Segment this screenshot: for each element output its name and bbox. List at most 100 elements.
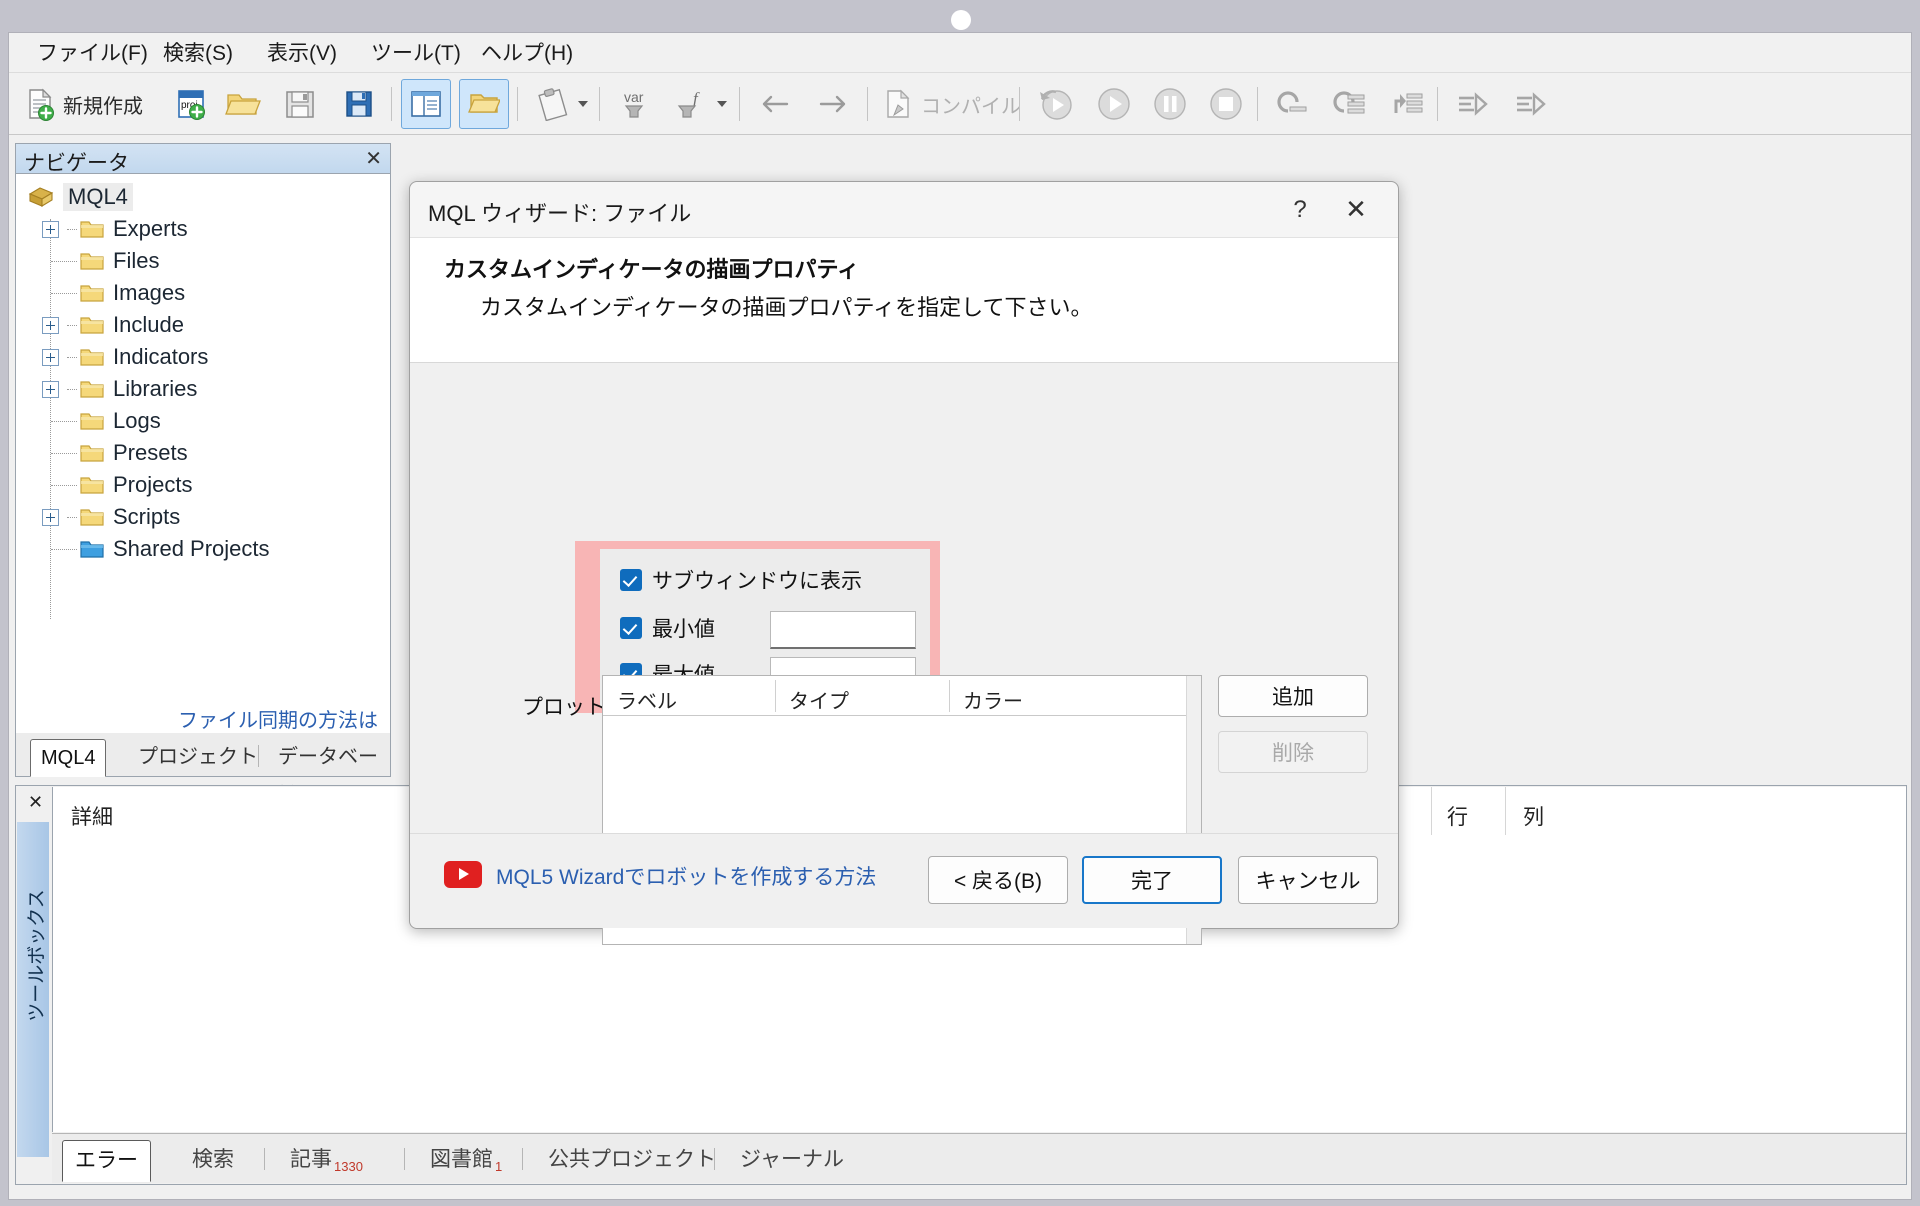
youtube-icon[interactable]: [444, 861, 482, 888]
step-over-button[interactable]: [1267, 79, 1317, 129]
breakpoint-list-button[interactable]: [1507, 79, 1557, 129]
tree-item-presets[interactable]: Presets: [79, 437, 188, 469]
function-icon: f: [677, 89, 700, 118]
tree-item-indicators[interactable]: Indicators: [79, 341, 208, 373]
function-button[interactable]: f: [669, 79, 731, 129]
tree-item-include[interactable]: Include: [79, 309, 184, 341]
open-file-button[interactable]: [221, 79, 265, 129]
nav-tab-mql4[interactable]: MQL4: [30, 739, 107, 777]
toolbox-column-column: 列: [1523, 806, 1544, 829]
save-all-button[interactable]: [337, 79, 383, 129]
toolbox-tab-public-projects[interactable]: 公共プロジェクト: [536, 1140, 728, 1182]
toolbox-tab-articles-label: 記事: [290, 1148, 332, 1171]
tree-item-libraries[interactable]: Libraries: [79, 373, 197, 405]
tree-item-experts[interactable]: Experts: [79, 213, 188, 245]
save-icon: [286, 91, 314, 118]
plot-table-header: ラベル タイプ カラー: [603, 676, 1201, 716]
navigate-back-button[interactable]: [751, 79, 799, 129]
plot-column-type[interactable]: タイプ: [789, 685, 849, 714]
plot-column-color[interactable]: カラー: [963, 685, 1023, 714]
toolbox-vertical-tab[interactable]: ツールボックス: [17, 822, 49, 1157]
subwindow-checkbox[interactable]: [620, 569, 642, 591]
toolbox-tab-errors[interactable]: エラー: [62, 1140, 151, 1182]
plot-label: プロット:: [522, 696, 612, 719]
tree-expand-experts[interactable]: [42, 221, 59, 238]
menu-view[interactable]: 表示(V): [261, 41, 343, 67]
clipboard-dropdown-caret[interactable]: [578, 101, 588, 107]
tree-node-root[interactable]: MQL4: [27, 181, 133, 213]
clipboard-button[interactable]: [531, 79, 593, 129]
file-sync-link[interactable]: ファイル同期の方法は: [178, 704, 378, 733]
tree-item-images[interactable]: Images: [79, 277, 185, 309]
toolbox-close-icon[interactable]: ✕: [28, 792, 43, 813]
new-file-button[interactable]: 新規作成: [23, 79, 143, 129]
tree-item-shared-projects[interactable]: Shared Projects: [79, 533, 270, 565]
navigator-header: ナビゲータ ✕: [16, 144, 390, 175]
debug-restart-button[interactable]: [1031, 79, 1081, 129]
nav-tab-project[interactable]: プロジェクト: [128, 739, 268, 777]
minimum-input[interactable]: [771, 612, 915, 647]
save-button[interactable]: [277, 79, 323, 129]
tree-item-scripts[interactable]: Scripts: [79, 501, 180, 533]
debug-stop-icon: [1210, 88, 1242, 120]
debug-pause-button[interactable]: [1145, 79, 1195, 129]
toolbox-tab-articles[interactable]: 記事 1330: [278, 1140, 375, 1182]
dialog-subheading: カスタムインディケータの描画プロパティを指定して下さい。: [480, 295, 1093, 320]
navigator-close-icon[interactable]: ✕: [365, 147, 382, 171]
new-project-button[interactable]: proj: [169, 79, 213, 129]
menu-tools[interactable]: ツール(T): [365, 41, 467, 67]
tree-item-logs[interactable]: Logs: [79, 405, 161, 437]
tree-connector: [51, 549, 77, 550]
debug-play-icon: [1098, 88, 1130, 120]
compile-button[interactable]: コンパイル: [881, 79, 1021, 129]
menu-help[interactable]: ヘルプ(H): [475, 41, 579, 67]
video-tutorial-link[interactable]: MQL5 Wizardでロボットを作成する方法: [496, 861, 876, 891]
dialog-footer: MQL5 Wizardでロボットを作成する方法 < 戻る(B) 完了 キャンセル: [410, 833, 1398, 928]
compile-icon: [887, 89, 910, 118]
debug-play-button[interactable]: [1089, 79, 1139, 129]
menu-file[interactable]: ファイル(F): [31, 41, 154, 67]
navigate-forward-button[interactable]: [809, 79, 857, 129]
cancel-button[interactable]: キャンセル: [1238, 856, 1378, 904]
step-into-button[interactable]: [1325, 79, 1375, 129]
subwindow-label: サブウィンドウに表示: [652, 570, 862, 593]
tree-item-label: Presets: [113, 440, 188, 465]
step-into-icon: [1333, 91, 1365, 114]
toolbox-tab-errors-label: エラー: [75, 1149, 138, 1172]
step-out-icon: [1394, 93, 1423, 113]
dialog-close-icon[interactable]: ✕: [1336, 192, 1376, 228]
tree-item-label: Indicators: [113, 344, 209, 369]
back-button[interactable]: < 戻る(B): [928, 856, 1068, 904]
step-out-button[interactable]: [1383, 79, 1433, 129]
function-dropdown-caret[interactable]: [717, 101, 727, 107]
variable-button[interactable]: var: [609, 79, 659, 129]
tree-item-files[interactable]: Files: [79, 245, 159, 277]
minimum-input-wrap[interactable]: [770, 611, 916, 649]
plot-column-label[interactable]: ラベル: [617, 685, 677, 714]
add-plot-button[interactable]: 追加: [1218, 675, 1368, 717]
toggle-navigator-button[interactable]: [401, 79, 451, 129]
toolbox-tab-library[interactable]: 図書館 1: [418, 1140, 514, 1182]
tree-expand-libraries[interactable]: [42, 381, 59, 398]
option-row-subwindow[interactable]: サブウィンドウに表示: [620, 563, 862, 597]
menu-search[interactable]: 検索(S): [157, 41, 239, 67]
tree-expand-indicators[interactable]: [42, 349, 59, 366]
nav-tab-database[interactable]: データベース: [268, 739, 390, 804]
tree-expand-scripts[interactable]: [42, 509, 59, 526]
debug-restart-icon: [1040, 90, 1072, 120]
toolbox-tab-search[interactable]: 検索: [180, 1140, 246, 1182]
navigator-tree[interactable]: MQL4 Experts Files Images Include Indicators…: [17, 175, 389, 700]
folder-icon: [80, 285, 104, 302]
breakpoint-toggle-button[interactable]: [1449, 79, 1499, 129]
tree-expand-include[interactable]: [42, 317, 59, 334]
finish-button[interactable]: 完了: [1082, 856, 1222, 904]
tree-item-projects[interactable]: Projects: [79, 469, 192, 501]
window-control-dot: [951, 10, 971, 30]
toolbox-tab-journal[interactable]: ジャーナル: [728, 1140, 856, 1182]
minimum-checkbox[interactable]: [620, 617, 642, 639]
debug-stop-button[interactable]: [1201, 79, 1251, 129]
dialog-help-icon[interactable]: ?: [1280, 192, 1320, 228]
option-row-minimum[interactable]: 最小値: [620, 611, 715, 645]
toggle-folders-button[interactable]: [459, 79, 509, 129]
breakpoint-list-icon: [1517, 92, 1546, 116]
